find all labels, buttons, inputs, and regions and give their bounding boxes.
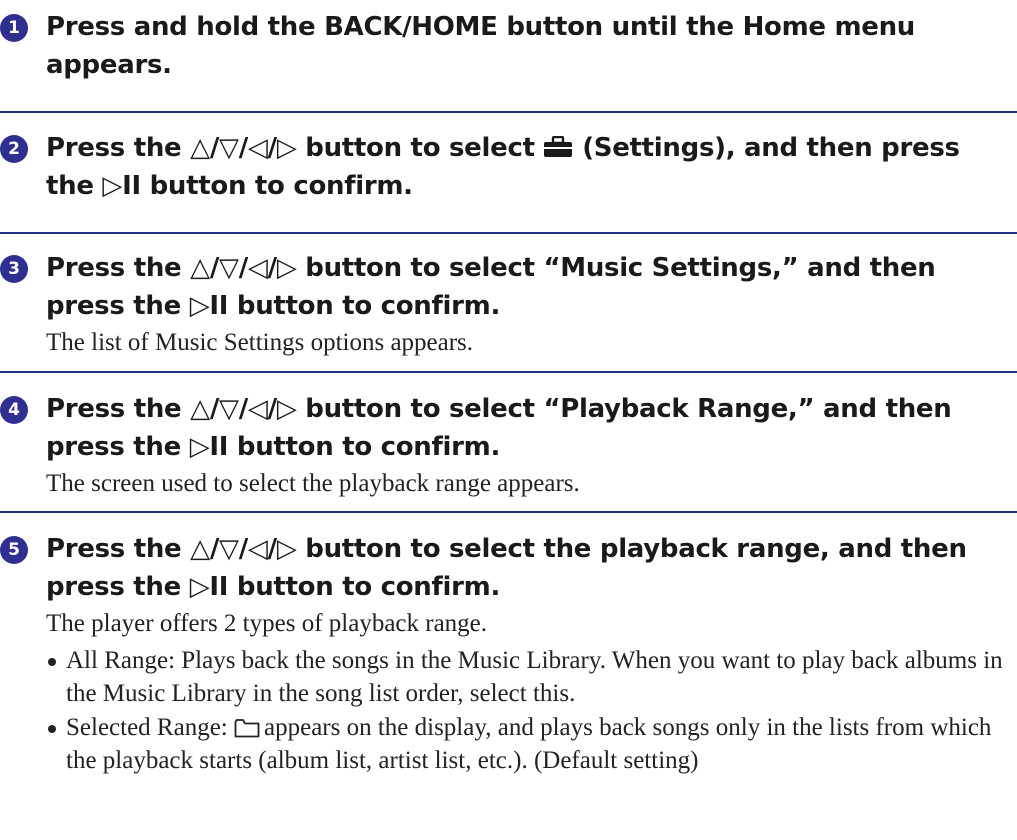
list-item-text: All Range: Plays back the songs in the M…	[66, 647, 1003, 707]
step-description: The screen used to select the playback r…	[46, 470, 580, 497]
instruction-page: 1 Press and hold the BACK/HOME button un…	[0, 0, 1017, 840]
step-number: 4	[0, 396, 28, 424]
step-number: 1	[0, 14, 28, 42]
step-heading-text: Press the △/▽/◁/▷ button to select	[46, 133, 544, 163]
step-number: 2	[0, 135, 28, 163]
folder-icon	[234, 719, 260, 738]
step-heading: Press the △/▽/◁/▷ button to select the p…	[46, 534, 967, 602]
bullet-dot	[48, 725, 56, 733]
step-number: 5	[0, 536, 28, 564]
step-heading: Press the △/▽/◁/▷ button to select (Sett…	[46, 129, 1016, 205]
list-item-text: Selected Range: appears on the display, …	[66, 714, 992, 774]
step-number: 3	[0, 255, 28, 283]
list-item: All Range: Plays back the songs in the M…	[48, 644, 1008, 710]
step-heading: Press the △/▽/◁/▷ button to select “Musi…	[46, 253, 936, 321]
bullet-dot	[48, 658, 56, 666]
step-description: The list of Music Settings options appea…	[46, 329, 474, 356]
toolbox-icon	[544, 135, 573, 157]
step-heading: Press and hold the BACK/HOME button unti…	[46, 12, 916, 80]
step-heading: Press the △/▽/◁/▷ button to select “Play…	[46, 394, 952, 462]
divider	[0, 511, 1017, 513]
list-item: Selected Range: appears on the display, …	[48, 711, 1008, 777]
divider	[0, 111, 1017, 113]
step-description: The player offers 2 types of playback ra…	[46, 610, 488, 637]
divider	[0, 232, 1017, 234]
divider	[0, 371, 1017, 373]
